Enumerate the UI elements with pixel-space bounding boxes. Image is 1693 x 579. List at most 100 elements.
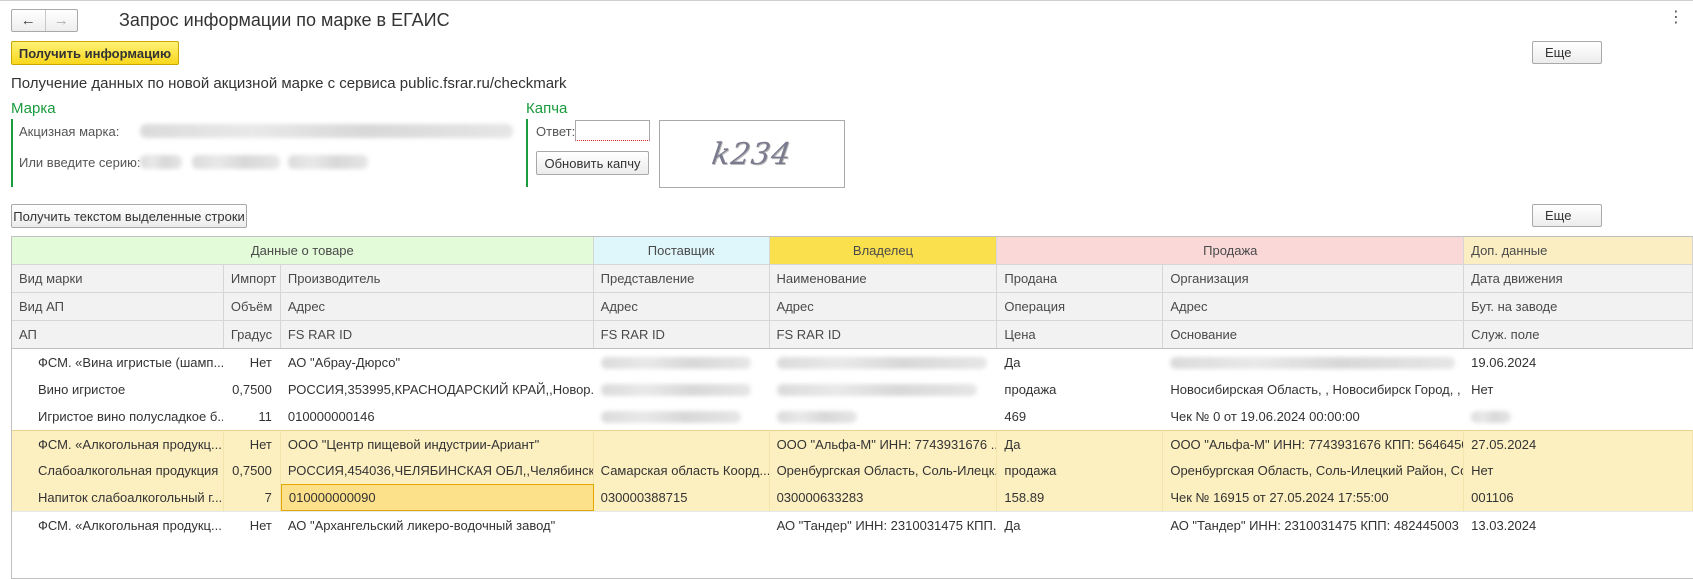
cell-import[interactable]: Нет: [223, 430, 281, 457]
table-row-selected[interactable]: ФСМ. «Алкогольная продукц... Нет ООО "Це…: [12, 430, 1693, 457]
cell-organization[interactable]: АО "Тандер" ИНН: 2310031475 КПП: 4824450…: [1163, 512, 1464, 538]
cell-owner[interactable]: АО "Тандер" ИНН: 2310031475 КПП...: [770, 512, 998, 538]
cell-movement-date[interactable]: 19.06.2024: [1464, 349, 1693, 376]
col-header[interactable]: FS RAR ID: [594, 321, 770, 348]
excise-mark-field[interactable]: [140, 124, 513, 138]
grid-more-button[interactable]: Еще: [1532, 204, 1602, 227]
table-row-selected[interactable]: Напиток слабоалкогольный г... 7 01000000…: [12, 484, 1693, 511]
cell-producer[interactable]: АО "Абрау-Дюрсо": [281, 349, 594, 376]
table-row-selected[interactable]: Слабоалкогольная продукция 0,7500 РОССИЯ…: [12, 457, 1693, 484]
cell-supplier-address[interactable]: [594, 376, 770, 403]
col-header[interactable]: Адрес: [770, 293, 998, 320]
cell-ap[interactable]: Игристое вино полусладкое б...: [12, 403, 224, 430]
cell-sold[interactable]: Да: [997, 430, 1164, 457]
cell-supplier[interactable]: [594, 349, 770, 376]
captcha-answer-input[interactable]: [575, 120, 650, 141]
col-header[interactable]: Объём: [224, 293, 281, 320]
cell-address[interactable]: РОССИЯ,454036,ЧЕЛЯБИНСКАЯ ОБЛ,,Челябинск…: [281, 457, 594, 484]
cell-basis[interactable]: Чек № 0 от 19.06.2024 00:00:00: [1163, 403, 1464, 430]
cell-supplier[interactable]: [593, 430, 770, 457]
cell-owner-fsrar[interactable]: 030000633283: [770, 484, 998, 511]
cell-basis[interactable]: Чек № 16915 от 27.05.2024 17:55:00: [1163, 484, 1465, 511]
col-header[interactable]: Продана: [997, 265, 1164, 292]
cell-ap-type[interactable]: Вино игристое: [12, 376, 224, 403]
col-header[interactable]: Производитель: [281, 265, 594, 292]
cell-import[interactable]: Нет: [224, 349, 281, 376]
col-header[interactable]: Служ. поле: [1464, 321, 1693, 348]
table-row[interactable]: Вино игристое 0,7500 РОССИЯ,353995,КРАСН…: [12, 376, 1693, 403]
refresh-captcha-button[interactable]: Обновить капчу: [536, 151, 649, 175]
table-row[interactable]: Игристое вино полусладкое б... 11 010000…: [12, 403, 1693, 430]
cell-owner-address[interactable]: [770, 376, 998, 403]
back-arrow-icon[interactable]: ←: [12, 10, 45, 31]
col-header[interactable]: Адрес: [594, 293, 770, 320]
cell-fsrar-id-focused[interactable]: 010000000090: [280, 484, 594, 511]
col-header[interactable]: Наименование: [770, 265, 998, 292]
cell-owner[interactable]: ООО "Альфа-М" ИНН: 7743931676 ...: [769, 430, 998, 457]
cell-mark-type[interactable]: ФСМ. «Алкогольная продукц...: [12, 430, 224, 457]
cell-address[interactable]: РОССИЯ,353995,КРАСНОДАРСКИЙ КРАЙ,,Новор.…: [281, 376, 594, 403]
cell-operation[interactable]: продажа: [997, 376, 1163, 403]
cell-mark-type[interactable]: ФСМ. «Вина игристые (шамп...: [12, 349, 224, 376]
cell-org-address[interactable]: Оренбургская Область, Соль-Илецкий Район…: [1163, 457, 1465, 484]
more-actions-icon[interactable]: ⋮: [1668, 10, 1684, 26]
cell-owner[interactable]: [770, 349, 998, 376]
col-header[interactable]: Бут. на заводе: [1464, 293, 1693, 320]
more-button[interactable]: Еще: [1532, 41, 1602, 64]
forward-arrow-icon[interactable]: →: [44, 10, 78, 31]
serial-field[interactable]: [288, 155, 368, 169]
col-header[interactable]: Цена: [997, 321, 1164, 348]
get-information-button[interactable]: Получить информацию: [11, 41, 179, 65]
cell-producer[interactable]: ООО "Центр пищевой индустрии-Ариант": [280, 430, 594, 457]
number-field[interactable]: [192, 155, 280, 169]
cell-supplier[interactable]: [594, 512, 770, 538]
cell-org-address[interactable]: Новосибирская Область, , Новосибирск Гор…: [1163, 376, 1464, 403]
col-header[interactable]: АП: [12, 321, 224, 348]
cell-owner-fsrar[interactable]: [770, 403, 998, 430]
table-row[interactable]: ФСМ. «Алкогольная продукц... Нет АО "Арх…: [12, 511, 1693, 538]
cell-organization[interactable]: [1163, 349, 1464, 376]
col-header[interactable]: Вид АП: [12, 293, 224, 320]
col-header[interactable]: Основание: [1163, 321, 1465, 348]
cell-volume[interactable]: 0,7500: [224, 376, 281, 403]
cell-organization[interactable]: ООО "Альфа-М" ИНН: 7743931676 КПП: 56464…: [1163, 430, 1465, 457]
cell-fsrar-id[interactable]: 010000000146: [281, 403, 594, 430]
col-header[interactable]: Представление: [594, 265, 770, 292]
col-header[interactable]: FS RAR ID: [281, 321, 594, 348]
cell-movement-date[interactable]: 13.03.2024: [1464, 512, 1693, 538]
col-header[interactable]: Адрес: [281, 293, 594, 320]
cell-mark-type[interactable]: ФСМ. «Алкогольная продукц...: [12, 512, 224, 538]
cell-bottled[interactable]: Нет: [1464, 457, 1693, 484]
cell-bottled[interactable]: Нет: [1464, 376, 1693, 403]
cell-operation[interactable]: продажа: [997, 457, 1164, 484]
cell-price[interactable]: 158.89: [997, 484, 1164, 511]
cell-volume[interactable]: 0,7500: [224, 457, 281, 484]
cell-degree[interactable]: 11: [224, 403, 281, 430]
cell-supplier-fsrar[interactable]: 030000388715: [594, 484, 770, 511]
cell-supplier-address[interactable]: Самарская область Коорд...: [594, 457, 770, 484]
cell-owner-address[interactable]: Оренбургская Область, Соль-Илецк...: [770, 457, 998, 484]
cell-degree[interactable]: 7: [224, 484, 281, 511]
get-selected-rows-text-button[interactable]: Получить текстом выделенные строки: [11, 204, 247, 228]
cell-sold[interactable]: Да: [997, 349, 1163, 376]
cell-movement-date[interactable]: 27.05.2024: [1464, 430, 1693, 457]
col-header[interactable]: Дата движения: [1464, 265, 1693, 292]
cell-ap[interactable]: Напиток слабоалкогольный г...: [12, 484, 224, 511]
col-header[interactable]: Вид марки: [12, 265, 224, 292]
cell-supplier-fsrar[interactable]: [594, 403, 770, 430]
col-header[interactable]: Организация: [1163, 265, 1465, 292]
col-header[interactable]: Импорт: [224, 265, 281, 292]
col-header[interactable]: Адрес: [1163, 293, 1465, 320]
series-field[interactable]: [140, 155, 182, 169]
cell-service-field[interactable]: 001106: [1464, 484, 1693, 511]
cell-producer[interactable]: АО "Архангельский ликеро-водочный завод": [281, 512, 594, 538]
cell-service-field[interactable]: [1464, 403, 1693, 430]
cell-sold[interactable]: Да: [997, 512, 1163, 538]
cell-import[interactable]: Нет: [224, 512, 281, 538]
table-row[interactable]: ФСМ. «Вина игристые (шамп... Нет АО "Абр…: [12, 349, 1693, 376]
col-header[interactable]: Градус: [224, 321, 281, 348]
col-header[interactable]: FS RAR ID: [770, 321, 998, 348]
col-header[interactable]: Операция: [997, 293, 1164, 320]
cell-ap-type[interactable]: Слабоалкогольная продукция: [12, 457, 224, 484]
cell-price[interactable]: 469: [997, 403, 1163, 430]
